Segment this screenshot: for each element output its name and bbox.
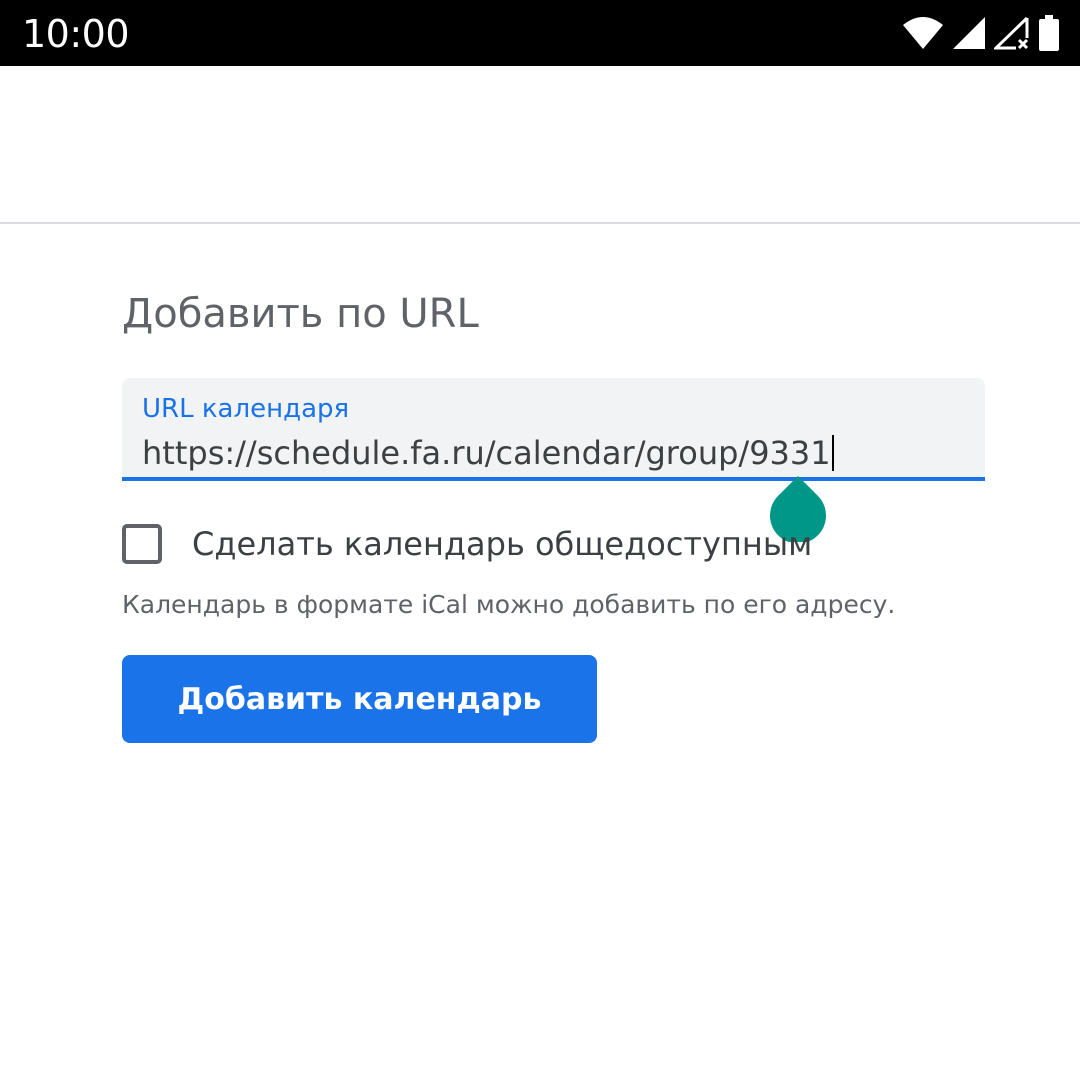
public-calendar-checkbox[interactable]: [122, 524, 162, 564]
url-field-label: URL календаря: [142, 394, 350, 424]
hint-text: Календарь в формате iCal можно добавить …: [122, 590, 896, 619]
no-data-signal-icon: [994, 16, 1030, 50]
url-text: https://schedule.fa.ru/calendar/group/93…: [142, 434, 831, 472]
status-bar: 10:00: [0, 0, 1080, 66]
battery-icon: [1038, 15, 1060, 51]
public-calendar-option[interactable]: Сделать календарь общедоступным: [122, 520, 812, 568]
toolbar-area: [0, 66, 1080, 222]
url-field-value[interactable]: https://schedule.fa.ru/calendar/group/93…: [142, 433, 834, 473]
cell-signal-icon: [952, 16, 986, 50]
page-title: Добавить по URL: [122, 291, 479, 337]
wifi-icon: [902, 16, 944, 50]
public-calendar-label[interactable]: Сделать календарь общедоступным: [192, 524, 812, 564]
divider: [0, 222, 1080, 224]
url-input[interactable]: URL календаря https://schedule.fa.ru/cal…: [122, 378, 985, 481]
status-icons: [902, 14, 1060, 52]
text-caret: [831, 435, 834, 471]
add-calendar-button[interactable]: Добавить календарь: [122, 655, 597, 743]
status-time: 10:00: [22, 12, 130, 56]
